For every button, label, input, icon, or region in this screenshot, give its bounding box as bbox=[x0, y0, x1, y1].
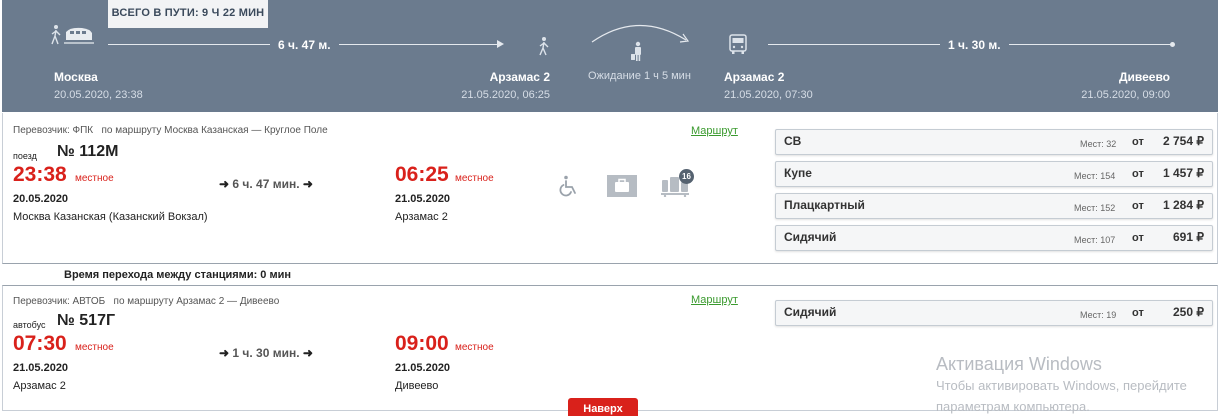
arrival-local-label: местное bbox=[455, 173, 494, 184]
scroll-to-top-button[interactable]: Наверх bbox=[568, 398, 638, 416]
segment-duration: ➜ 6 ч. 47 мин. ➜ bbox=[219, 177, 313, 191]
arrow-right-icon: ➜ bbox=[302, 346, 313, 360]
stop-transfer-departure-city: Арзамас 2 bbox=[724, 70, 785, 84]
transport-type: автобус bbox=[13, 320, 46, 330]
arrival-local-label: местное bbox=[455, 342, 494, 353]
segment1-duration: 6 ч. 47 м. bbox=[270, 38, 339, 52]
windows-activation-line1: Чтобы активировать Windows, перейдите bbox=[936, 378, 1187, 393]
seat-class-name: Купе bbox=[784, 166, 812, 180]
stop-transfer-arrival-datetime: 21.05.2020, 06:25 bbox=[461, 89, 550, 101]
luggage-count-badge: 16 bbox=[679, 169, 694, 184]
duration-text: 6 ч. 47 мин. bbox=[232, 177, 300, 191]
wheelchair-icon bbox=[559, 175, 576, 197]
seat-places: Мест: 152 bbox=[1074, 203, 1116, 213]
arrival-date: 21.05.2020 bbox=[395, 362, 451, 374]
arrival-time: 06:25 bbox=[395, 163, 449, 186]
arrow-right-icon: ➜ bbox=[302, 177, 313, 191]
seat-places: Мест: 19 bbox=[1080, 310, 1117, 320]
seat-from-label: от bbox=[1132, 307, 1144, 319]
stop-departure-datetime: 20.05.2020, 23:38 bbox=[54, 89, 143, 101]
seat-from-label: от bbox=[1132, 136, 1144, 148]
waiting-arc-icon bbox=[591, 24, 690, 61]
stop-departure-city: Москва bbox=[54, 70, 98, 84]
seat-class-sidyachiy[interactable]: Сидячий Мест: 19 от 250 ₽ bbox=[775, 300, 1213, 326]
seat-from-label: от bbox=[1132, 200, 1144, 212]
route-summary-header: ВСЕГО В ПУТИ: 9 Ч 22 МИН 6 ч. 47 м. Ожид… bbox=[2, 0, 1218, 112]
stop-final-city: Дивеево bbox=[1118, 70, 1170, 84]
seat-class-kupe[interactable]: Купе Мест: 154 от 1 457 ₽ bbox=[775, 161, 1213, 187]
seat-price: 1 284 ₽ bbox=[1163, 198, 1204, 212]
carrier-route: по маршруту Арзамас 2 — Дивеево bbox=[113, 296, 280, 307]
walker-icon bbox=[539, 37, 549, 56]
arrow-right-icon: ➜ bbox=[219, 177, 230, 191]
seat-price: 1 457 ₽ bbox=[1163, 166, 1204, 180]
seat-price: 250 ₽ bbox=[1173, 305, 1204, 319]
departure-station: Москва Казанская (Казанский Вокзал) bbox=[13, 211, 208, 223]
arrival-station: Дивеево bbox=[395, 380, 439, 392]
arrival-time: 09:00 bbox=[395, 332, 449, 355]
bag-icon bbox=[607, 175, 637, 197]
windows-activation-line2: параметрам компьютера. bbox=[936, 399, 1090, 414]
departure-station: Арзамас 2 bbox=[13, 380, 66, 392]
stop-transfer-arrival-city: Арзамас 2 bbox=[489, 70, 550, 84]
segment-duration: ➜ 1 ч. 30 мин. ➜ bbox=[219, 346, 313, 360]
seat-from-label: от bbox=[1132, 232, 1144, 244]
arrival-station: Арзамас 2 bbox=[395, 211, 448, 223]
seat-from-label: от bbox=[1132, 168, 1144, 180]
departure-date: 20.05.2020 bbox=[13, 193, 69, 205]
waiting-time: Ожидание 1 ч 5 мин bbox=[588, 70, 691, 82]
segment2-duration: 1 ч. 30 м. bbox=[940, 38, 1009, 52]
seat-class-sidyachiy[interactable]: Сидячий Мест: 107 от 691 ₽ bbox=[775, 225, 1213, 251]
carrier-info: Перевозчик: АВТОБ по маршруту Арзамас 2 … bbox=[13, 296, 279, 307]
seat-price: 691 ₽ bbox=[1173, 230, 1204, 244]
seat-places: Мест: 154 bbox=[1074, 171, 1116, 181]
transport-type: поезд bbox=[13, 151, 37, 161]
departure-local-label: местное bbox=[75, 342, 114, 353]
bus-icon bbox=[729, 34, 747, 54]
route-link[interactable]: Маршрут bbox=[691, 125, 738, 137]
departure-time: 23:38 bbox=[13, 163, 67, 186]
carrier-route: по маршруту Москва Казанская — Круглое П… bbox=[101, 125, 328, 136]
seat-class-name: Сидячий bbox=[784, 305, 837, 319]
stop-final-datetime: 21.05.2020, 09:00 bbox=[1081, 89, 1170, 101]
seat-class-name: Плацкартный bbox=[784, 198, 865, 212]
total-travel-time: ВСЕГО В ПУТИ: 9 Ч 22 МИН bbox=[108, 0, 268, 28]
carrier-name: Перевозчик: ФПК bbox=[13, 125, 94, 136]
arrival-date: 21.05.2020 bbox=[395, 193, 451, 205]
departure-local-label: местное bbox=[75, 173, 114, 184]
seat-price: 2 754 ₽ bbox=[1163, 134, 1204, 148]
seat-class-name: СВ bbox=[784, 134, 802, 148]
duration-text: 1 ч. 30 мин. bbox=[232, 346, 300, 360]
segment-card-train: Перевозчик: ФПК по маршруту Москва Казан… bbox=[2, 113, 1218, 264]
transfer-text: Время перехода между станциями: 0 мин bbox=[64, 269, 292, 281]
seat-places: Мест: 107 bbox=[1074, 235, 1116, 245]
train-number: № 112М bbox=[57, 143, 119, 160]
departure-time: 07:30 bbox=[13, 332, 67, 355]
windows-activation-title: Активация Windows bbox=[936, 354, 1102, 374]
arrow-right-icon: ➜ bbox=[219, 346, 230, 360]
carrier-name: Перевозчик: АВТОБ bbox=[13, 296, 106, 307]
seat-class-platskart[interactable]: Плацкартный Мест: 152 от 1 284 ₽ bbox=[775, 193, 1213, 219]
seat-places: Мест: 32 bbox=[1080, 139, 1117, 149]
walker-train-icon bbox=[51, 25, 94, 45]
stop-transfer-departure-datetime: 21.05.2020, 07:30 bbox=[724, 89, 813, 101]
route-link[interactable]: Маршрут bbox=[691, 294, 738, 306]
bus-number: № 517Г bbox=[57, 312, 116, 329]
seat-class-name: Сидячий bbox=[784, 230, 837, 244]
carrier-info: Перевозчик: ФПК по маршруту Москва Казан… bbox=[13, 125, 328, 136]
departure-date: 21.05.2020 bbox=[13, 362, 69, 374]
seat-class-sv[interactable]: СВ Мест: 32 от 2 754 ₽ bbox=[775, 129, 1213, 155]
transfer-info: Время перехода между станциями: 0 мин bbox=[2, 264, 1216, 284]
